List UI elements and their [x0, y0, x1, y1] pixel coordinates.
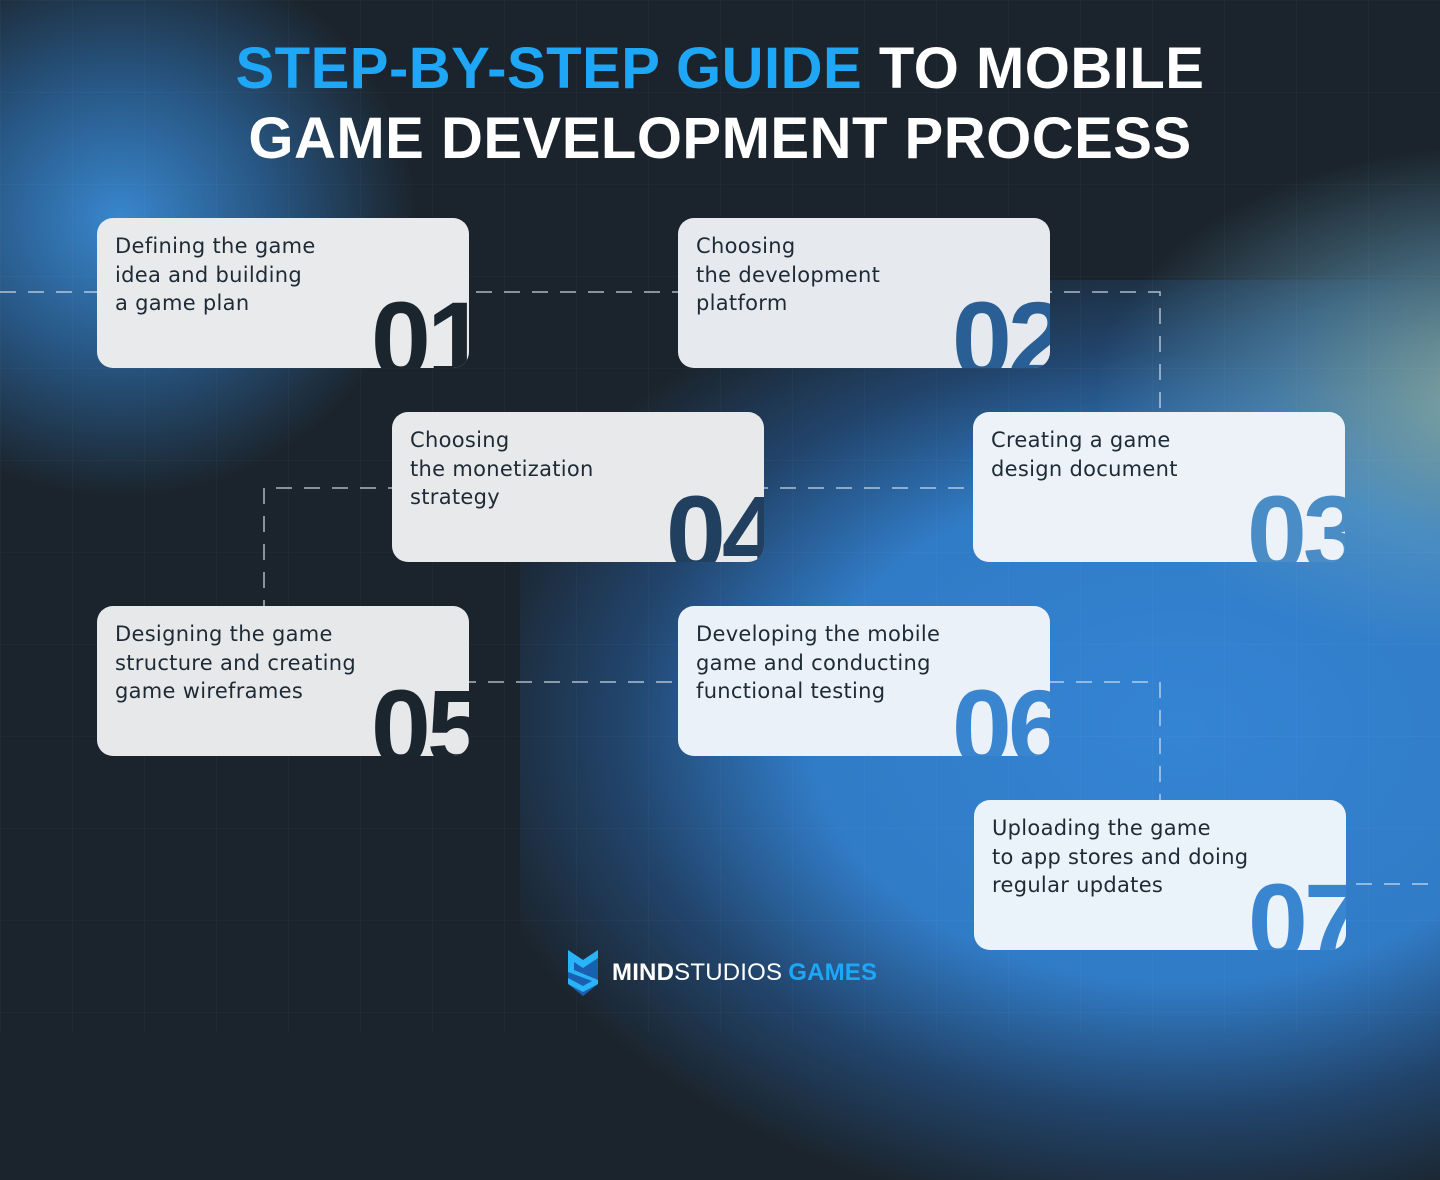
step-number: 01 [370, 279, 469, 369]
step-card-03: Creating a game design document 03 [973, 412, 1345, 562]
mind-studios-shield-icon [568, 950, 598, 996]
brand-logo: MINDSTUDIOS GAMES [566, 948, 877, 998]
logo-games: GAMES [788, 959, 878, 986]
step-card-07: Uploading the game to app stores and doi… [974, 800, 1346, 950]
step-number: 02 [951, 279, 1050, 369]
page-title: STEP-BY-STEP GUIDE TO MOBILE GAME DEVELO… [0, 34, 1440, 174]
step-card-05: Designing the game structure and creatin… [97, 606, 469, 756]
step-text: Creating a game design document [991, 428, 1178, 481]
step-text: Choosing the development platform [696, 234, 881, 315]
step-card-02: Choosing the development platform 02 [678, 218, 1050, 368]
step-number: 05 [370, 667, 469, 757]
logo-wordmark: MINDSTUDIOS GAMES [612, 959, 877, 987]
step-number: 03 [1246, 473, 1345, 563]
step-text: Developing the mobile game and conductin… [696, 622, 941, 703]
step-text: Uploading the game to app stores and doi… [992, 816, 1249, 897]
step-number: 06 [951, 667, 1050, 757]
title-accent: STEP-BY-STEP GUIDE [235, 36, 863, 101]
step-number: 04 [665, 473, 764, 563]
step-number: 07 [1247, 861, 1346, 951]
logo-studios: STUDIOS [674, 959, 783, 986]
title-line-2: GAME DEVELOPMENT PROCESS [248, 106, 1192, 171]
step-text: Defining the game idea and building a ga… [115, 234, 316, 315]
title-line-1: STEP-BY-STEP GUIDE TO MOBILE [0, 34, 1440, 104]
step-card-06: Developing the mobile game and conductin… [678, 606, 1050, 756]
step-card-04: Choosing the monetization strategy 04 [392, 412, 764, 562]
logo-mind: MIND [612, 959, 675, 986]
step-text: Designing the game structure and creatin… [115, 622, 356, 703]
step-text: Choosing the monetization strategy [410, 428, 594, 509]
step-card-01: Defining the game idea and building a ga… [97, 218, 469, 368]
title-rest: TO MOBILE [862, 36, 1205, 101]
